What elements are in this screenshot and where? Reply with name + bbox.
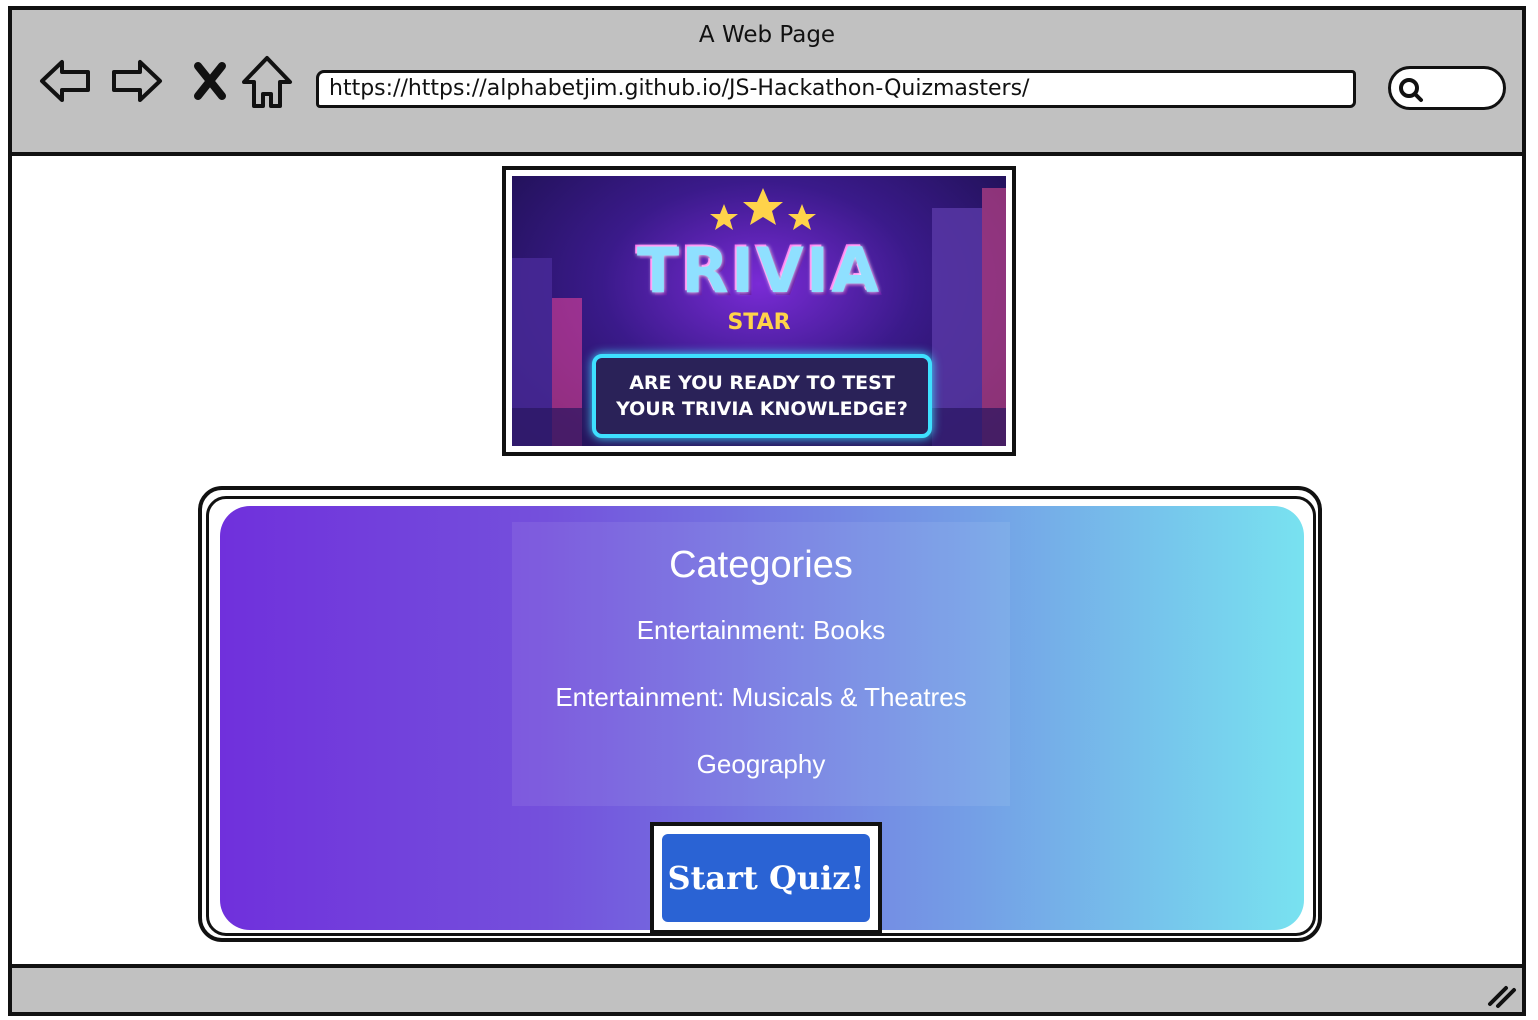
resize-handle-icon[interactable] bbox=[1484, 980, 1518, 1010]
category-item-books[interactable]: Entertainment: Books bbox=[512, 615, 1010, 646]
browser-toolbar: A Web Page https://https://alphabetjim.g… bbox=[12, 10, 1522, 156]
categories-heading: Categories bbox=[669, 544, 853, 586]
banner-frame: TRIVIA STAR ARE YOU READY TO TEST YOUR T… bbox=[502, 166, 1016, 456]
stars-graphic bbox=[710, 188, 816, 230]
category-item-musicals-theatres[interactable]: Entertainment: Musicals & Theatres bbox=[512, 682, 1010, 713]
tagline-line-1: ARE YOU READY TO TEST bbox=[629, 372, 895, 394]
search-box[interactable] bbox=[1388, 66, 1506, 110]
close-icon[interactable] bbox=[182, 52, 240, 110]
browser-status-bar bbox=[12, 964, 1522, 1012]
forward-arrow-icon[interactable] bbox=[108, 52, 166, 110]
start-quiz-button[interactable]: Start Quiz! bbox=[662, 834, 870, 922]
categories-panel: Categories Entertainment: Books Entertai… bbox=[512, 522, 1010, 806]
trivia-logo-subtext: STAR bbox=[727, 310, 791, 335]
banner-tagline: ARE YOU READY TO TEST YOUR TRIVIA KNOWLE… bbox=[592, 354, 932, 438]
search-icon bbox=[1399, 78, 1423, 102]
page-title: A Web Page bbox=[698, 22, 836, 48]
trivia-logo-text: TRIVIA bbox=[636, 234, 882, 307]
start-quiz-button-frame: Start Quiz! bbox=[650, 822, 882, 934]
category-item-geography[interactable]: Geography bbox=[512, 749, 1010, 780]
trivia-banner-image: TRIVIA STAR ARE YOU READY TO TEST YOUR T… bbox=[512, 176, 1006, 446]
home-icon[interactable] bbox=[238, 52, 296, 110]
back-arrow-icon[interactable] bbox=[36, 52, 94, 110]
url-bar[interactable]: https://https://alphabetjim.github.io/JS… bbox=[316, 70, 1356, 108]
tagline-line-2: YOUR TRIVIA KNOWLEDGE? bbox=[616, 398, 908, 420]
